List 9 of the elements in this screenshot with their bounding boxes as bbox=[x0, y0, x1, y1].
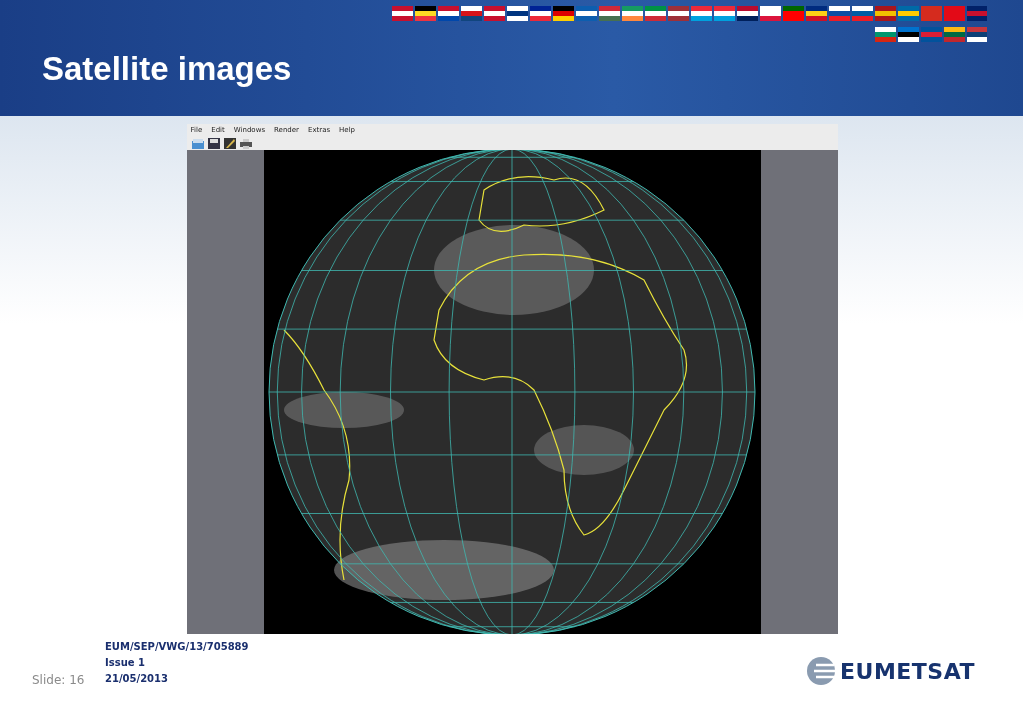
logo-text: EUMETSAT bbox=[840, 658, 975, 684]
document-date: 21/05/2013 bbox=[105, 673, 169, 684]
pencil-icon[interactable] bbox=[223, 137, 236, 149]
globe-logo-icon bbox=[806, 656, 836, 686]
slide-number: Slide: 16 bbox=[32, 673, 85, 687]
issue-label: Issue 1 bbox=[105, 657, 146, 668]
slide-title: Satellite images bbox=[42, 50, 292, 88]
printer-icon[interactable] bbox=[239, 137, 252, 149]
document-id: EUM/SEP/VWG/13/705889 bbox=[105, 641, 249, 652]
